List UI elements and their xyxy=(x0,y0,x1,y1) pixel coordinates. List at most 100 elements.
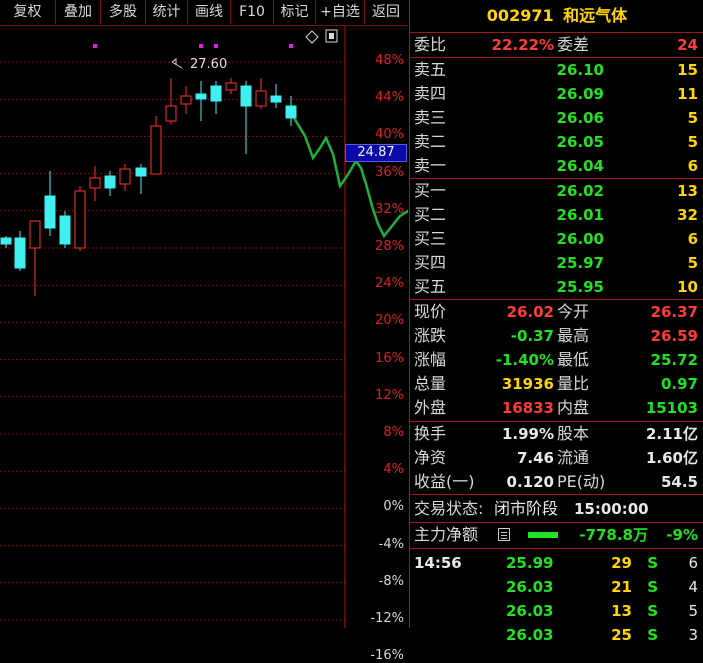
fundamental-label: 收益(一) xyxy=(414,472,475,491)
ask-price: 26.06 xyxy=(556,109,604,127)
candle-body xyxy=(74,190,86,249)
bid-price: 26.01 xyxy=(556,206,604,224)
ask-row: 卖四 26.09 11 xyxy=(410,82,703,106)
candle-body xyxy=(89,177,101,189)
y-tick-label: 20% xyxy=(375,313,404,329)
stock-name: 和远气体 xyxy=(563,6,628,25)
tick-row[interactable]: 26.03 13 S 5 xyxy=(410,599,703,623)
y-tick-label: 0% xyxy=(383,499,404,515)
candle-body xyxy=(14,237,26,269)
quote-row: 现价 26.02 今开 26.37 xyxy=(410,300,703,324)
candle-body xyxy=(270,95,282,103)
quote-value: 31936 xyxy=(501,375,554,393)
quote-label: 外盘 xyxy=(414,398,447,417)
trade-status-row: 交易状态: 闭市阶段 15:00:00 xyxy=(410,497,703,521)
stock-title: 002971 和远气体 xyxy=(410,0,703,32)
quote-value: 25.72 xyxy=(650,351,698,369)
event-marker-icon xyxy=(214,44,218,48)
back-button[interactable]: 返回 xyxy=(365,0,407,24)
fundamental-row: 收益(一) 0.120 PE(动) 54.5 xyxy=(410,470,703,494)
tick-price: 26.03 xyxy=(506,578,554,596)
menu-icon[interactable] xyxy=(498,528,510,541)
fuquan-button[interactable]: 复权 xyxy=(0,0,56,24)
y-tick-label: -16% xyxy=(370,648,404,663)
quote-value: 26.59 xyxy=(650,327,698,345)
bid-row: 买一 26.02 13 xyxy=(410,179,703,203)
tick-volume: 13 xyxy=(611,602,632,620)
quote-row: 外盘 16833 内盘 15103 xyxy=(410,396,703,420)
tick-count: 4 xyxy=(688,578,698,596)
fundamental-label: 净资 xyxy=(414,448,447,467)
f10-button[interactable]: F10 xyxy=(231,0,274,24)
event-markers xyxy=(93,44,293,48)
ask-volume: 5 xyxy=(687,133,698,151)
ask-level-label: 卖五 xyxy=(414,60,447,79)
y-tick-label: 28% xyxy=(375,239,404,254)
quote-value: 26.37 xyxy=(650,303,698,321)
event-marker-icon xyxy=(289,44,293,48)
bid-level-label: 买一 xyxy=(414,181,447,200)
bid-volume: 32 xyxy=(677,206,698,224)
mark-button[interactable]: 标记 xyxy=(274,0,316,24)
tick-row[interactable]: 26.03 21 S 4 xyxy=(410,575,703,599)
quote-value: 0.97 xyxy=(660,375,698,393)
main-force-label: 主力净额 xyxy=(414,525,479,544)
candle-body xyxy=(285,105,297,119)
candles xyxy=(0,78,297,296)
tick-count: 6 xyxy=(688,554,698,572)
quote-label: 现价 xyxy=(414,302,447,321)
tick-row[interactable]: 14:56 25.99 29 S 6 xyxy=(410,551,703,575)
candle-body xyxy=(29,220,41,249)
quote-value: -0.37 xyxy=(510,327,554,345)
tick-count: 3 xyxy=(688,626,698,644)
draw-line-button[interactable]: 画线 xyxy=(188,0,231,24)
divider xyxy=(410,494,703,495)
fundamental-value: 54.5 xyxy=(660,473,698,491)
diamond-icon[interactable] xyxy=(305,30,319,44)
y-tick-label: -12% xyxy=(370,611,404,626)
fundamental-label: 股本 xyxy=(557,424,590,443)
bid-volume: 6 xyxy=(687,230,698,248)
overlay-button[interactable]: 叠加 xyxy=(56,0,101,24)
weibi-row: 委比 22.22% 委差 24 xyxy=(410,33,703,57)
ask-level-label: 卖二 xyxy=(414,132,447,151)
y-tick-label: 48% xyxy=(375,53,404,68)
tick-volume: 21 xyxy=(611,578,632,596)
bid-row: 买四 25.97 5 xyxy=(410,251,703,275)
tick-row[interactable]: 26.03 25 S 3 xyxy=(410,623,703,647)
add-watchlist-button[interactable]: +自选 xyxy=(316,0,365,24)
ask-row: 卖三 26.06 5 xyxy=(410,106,703,130)
bid-level-label: 买三 xyxy=(414,229,447,248)
main-force-row[interactable]: 主力净额 -778.8万 -9% xyxy=(410,523,703,547)
y-tick-label: 24% xyxy=(375,276,404,292)
kline-chart-svg xyxy=(0,26,454,658)
ask-level-label: 卖四 xyxy=(414,84,447,103)
fundamental-value: 0.120 xyxy=(506,473,554,491)
bid-row: 买三 26.00 6 xyxy=(410,227,703,251)
weibi-label: 委比 xyxy=(414,35,447,54)
statistics-button[interactable]: 统计 xyxy=(146,0,188,24)
candle-body xyxy=(59,215,71,245)
y-tick-label: 32% xyxy=(375,201,404,217)
candle-body xyxy=(210,85,222,102)
kline-chart[interactable]: 27.60 24.87 48% 44% 40% 36% 32% 28% 24% 20% 16% 1… xyxy=(0,26,454,663)
quote-label: 涨幅 xyxy=(414,350,447,369)
tick-volume: 29 xyxy=(611,554,632,572)
event-marker-icon xyxy=(93,44,97,48)
candle-body xyxy=(44,195,56,229)
quote-label: 最低 xyxy=(557,350,590,369)
weicha-label: 委差 xyxy=(557,35,590,54)
weibi-value: 22.22% xyxy=(491,36,554,54)
window-icon-inner xyxy=(329,33,334,39)
quote-label: 涨跌 xyxy=(414,326,447,345)
current-price-tag: 24.87 xyxy=(345,144,407,162)
weicha-value: 24 xyxy=(677,36,698,54)
multi-stock-button[interactable]: 多股 xyxy=(101,0,146,24)
ask-level-label: 卖三 xyxy=(414,108,447,127)
quote-row: 涨幅 -1.40% 最低 25.72 xyxy=(410,348,703,372)
quote-value: -1.40% xyxy=(495,351,554,369)
ask-volume: 11 xyxy=(677,85,698,103)
tick-count: 5 xyxy=(688,602,698,620)
candle-body xyxy=(135,167,147,177)
ask-row: 卖一 26.04 6 xyxy=(410,154,703,178)
